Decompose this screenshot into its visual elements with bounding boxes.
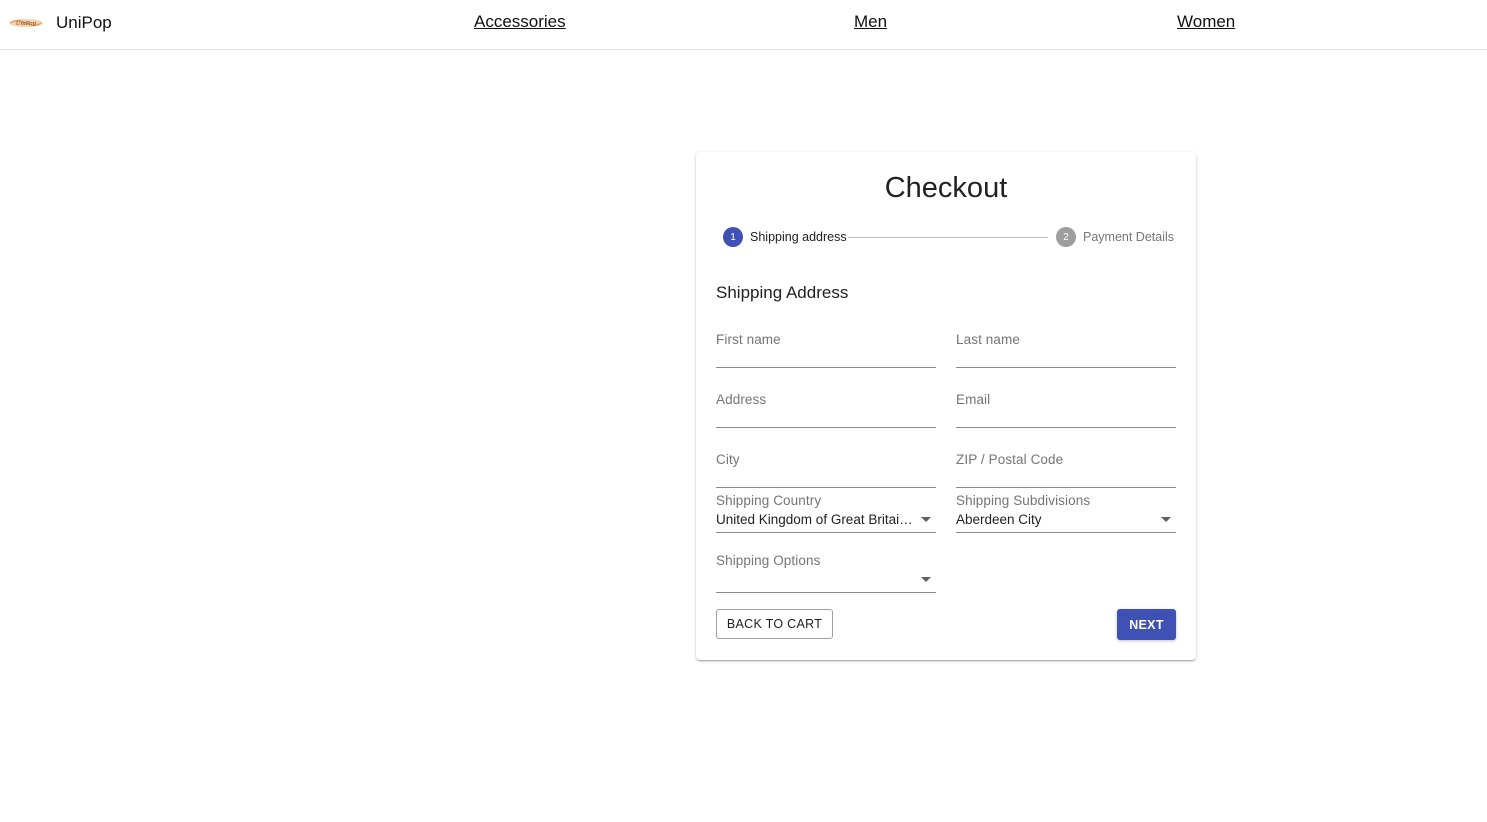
city-label: City — [716, 452, 740, 467]
shipping-subdivisions-label: Shipping Subdivisions — [956, 493, 1091, 508]
chevron-down-icon — [1161, 517, 1171, 522]
unipop-logo-icon: UniPop — [9, 19, 43, 27]
last-name-label: Last name — [956, 332, 1020, 347]
shipping-country-value: United Kingdom of Great Britain and Nort… — [716, 512, 914, 527]
step-1-number: 1 — [723, 227, 743, 247]
brand-home-link[interactable]: UniPop UniPop — [8, 11, 112, 35]
stepper-connector — [848, 237, 1048, 238]
chevron-down-icon — [921, 577, 931, 582]
shipping-address-heading: Shipping Address — [716, 283, 849, 302]
brand-name: UniPop — [56, 13, 112, 32]
step-2-number: 2 — [1056, 227, 1076, 247]
step-payment-details: 2 Payment Details — [1056, 227, 1174, 247]
nav-link-men[interactable]: Men — [854, 12, 887, 32]
checkout-card: Checkout 1 Shipping address 2 Payment De… — [696, 152, 1196, 660]
address-field[interactable]: Address — [716, 392, 936, 428]
first-name-field[interactable]: First name — [716, 332, 936, 368]
top-navigation-bar: UniPop UniPop Accessories Men Women — [0, 0, 1487, 50]
first-name-label: First name — [716, 332, 781, 347]
nav-link-accessories[interactable]: Accessories — [474, 12, 566, 32]
shipping-country-select[interactable]: Shipping Country United Kingdom of Great… — [716, 493, 936, 533]
address-label: Address — [716, 392, 767, 407]
step-1-label: Shipping address — [750, 230, 847, 244]
zip-field[interactable]: ZIP / Postal Code — [956, 452, 1176, 488]
back-to-cart-button[interactable]: BACK TO CART — [716, 609, 833, 639]
zip-label: ZIP / Postal Code — [956, 452, 1064, 467]
email-label: Email — [956, 392, 991, 407]
nav-link-women[interactable]: Women — [1177, 12, 1235, 32]
checkout-title: Checkout — [884, 172, 1008, 204]
shipping-options-select[interactable]: Shipping Options — [716, 553, 936, 593]
chevron-down-icon — [921, 517, 931, 522]
last-name-field[interactable]: Last name — [956, 332, 1176, 368]
shipping-subdivisions-select[interactable]: Shipping Subdivisions Aberdeen City — [956, 493, 1176, 533]
next-button[interactable]: NEXT — [1117, 609, 1176, 640]
email-field[interactable]: Email — [956, 392, 1176, 428]
svg-text:UniPop: UniPop — [16, 21, 37, 27]
step-shipping-address: 1 Shipping address — [723, 227, 847, 247]
shipping-options-label: Shipping Options — [716, 553, 821, 568]
shipping-country-label: Shipping Country — [716, 493, 822, 508]
step-2-label: Payment Details — [1083, 230, 1175, 244]
shipping-subdivisions-value: Aberdeen City — [956, 512, 1042, 527]
city-field[interactable]: City — [716, 452, 936, 488]
